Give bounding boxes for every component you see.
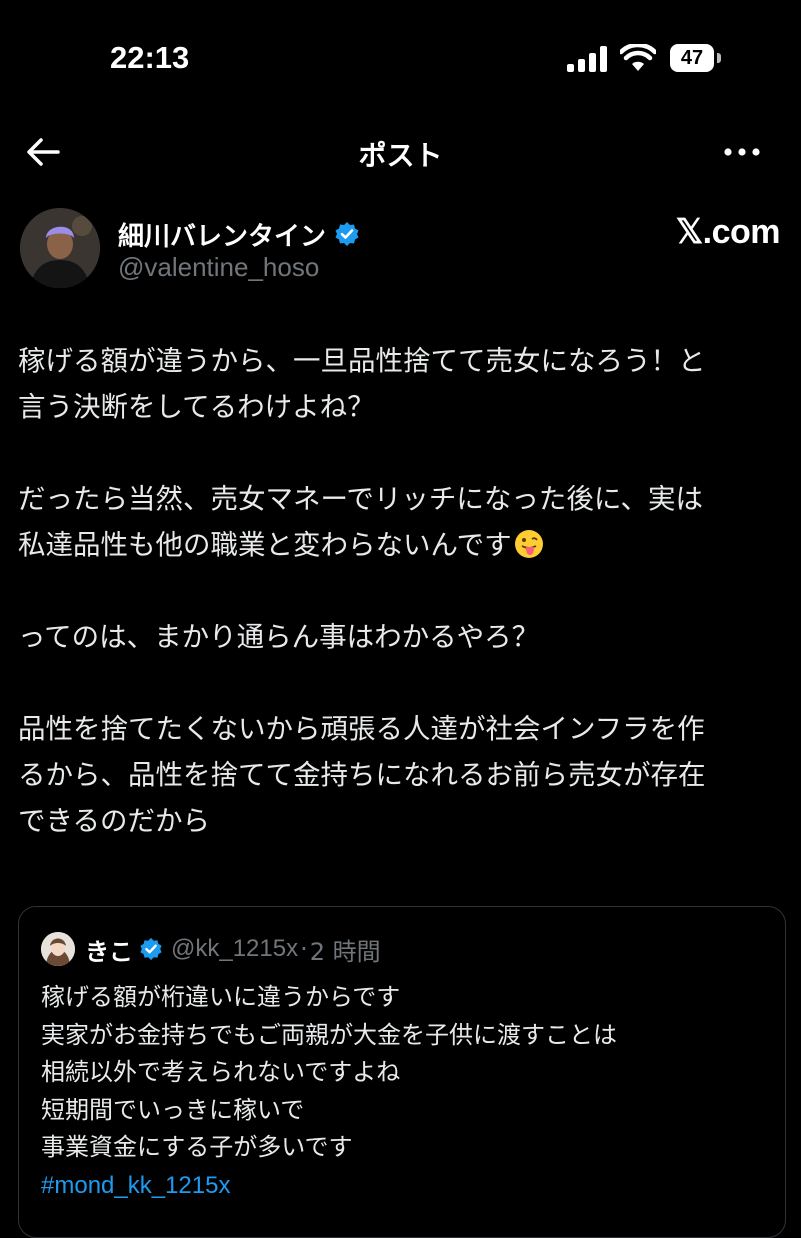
post-line-text: 私達品性も他の職業と変わらないんです (18, 529, 512, 561)
author-handle[interactable]: @valentine_hoso (118, 252, 319, 283)
quote-line: 実家がお金持ちでもご両親が大金を子供に渡すことは (41, 1020, 617, 1049)
page-title: ポスト (358, 139, 443, 172)
author-display-name[interactable]: 細川バレンタイン (118, 216, 326, 253)
battery-level: 47 (680, 47, 704, 69)
quote-text: 稼げる額が桁違いに違うからです 実家がお金持ちでもご両親が大金を子供に渡すことは… (41, 979, 761, 1204)
quote-handle: @kk_1215x (171, 935, 299, 962)
post-author: 細川バレンタイン @valentine_hoso 𝕏.com (20, 208, 781, 298)
quote-display-name: きこ (85, 937, 133, 966)
more-icon[interactable] (720, 132, 764, 172)
watermark: 𝕏.com (675, 213, 781, 251)
quote-avatar[interactable] (41, 932, 75, 966)
post-text: 稼げる額が違うから、一旦品性捨てて売女になろう！と 言う決断をしてるわけよね？ … (18, 338, 788, 844)
quote-line: 稼げる額が桁違いに違うからです (41, 983, 401, 1011)
post-line: だったら当然、売女マネーでリッチになった後に、実は (18, 483, 704, 515)
emoji-icon (514, 530, 543, 558)
post-line: 言う決断をしてるわけよね？ (18, 391, 375, 423)
status-bar: 22:13 47 (0, 0, 801, 110)
verified-icon (140, 937, 162, 961)
quote-line: 事業資金にする子が多いです (41, 1133, 353, 1161)
nav-header: ポスト (0, 120, 801, 184)
quoted-post[interactable]: きこ @kk_1215x · 2 時間 稼げる額が桁違いに違うからです 実家がお… (18, 906, 786, 1238)
post-line: 品性を捨てたくないから頑張る人達が社会インフラを作 (18, 713, 705, 745)
quote-hashtag-link[interactable]: #mond_kk_1215x (41, 1167, 761, 1205)
author-name-row: 細川バレンタイン (118, 216, 360, 252)
quote-timestamp: 2 時間 (309, 937, 381, 966)
quote-separator: · (300, 935, 308, 963)
avatar[interactable] (20, 208, 100, 288)
verified-icon (335, 222, 359, 246)
battery-icon: 47 (670, 44, 721, 72)
post-line: るから、品性を捨てて金持ちになれるお前ら売女が存在 (18, 759, 706, 791)
post-line: 稼げる額が違うから、一旦品性捨てて売女になろう！と (18, 345, 706, 377)
quote-line: 相続以外で考えられないですよね (41, 1058, 401, 1086)
signal-icon (567, 46, 609, 72)
quote-header: きこ @kk_1215x · 2 時間 (41, 931, 381, 967)
wifi-icon (620, 44, 656, 71)
post-line: できるのだから (18, 805, 210, 837)
status-time: 22:13 (110, 40, 190, 75)
post-line-with-emoji: 私達品性も他の職業と変わらないんです (18, 522, 788, 568)
quote-line: 短期間でいっきに稼いで (41, 1095, 305, 1124)
post-line: ってのは、まかり通らん事はわかるやろ？ (18, 621, 540, 653)
